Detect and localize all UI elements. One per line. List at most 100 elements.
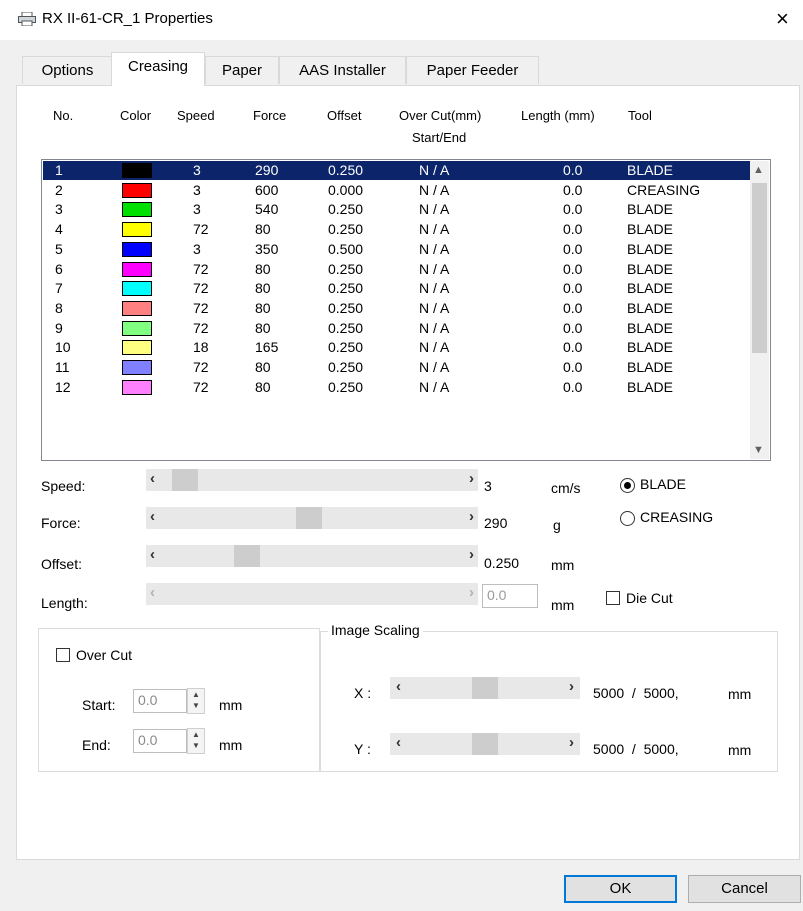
die-cut-checkbox[interactable] (606, 591, 620, 605)
header-no: No. (53, 108, 74, 123)
cell-speed: 3 (193, 201, 201, 218)
tab-paper-feeder[interactable]: Paper Feeder (406, 56, 539, 84)
cell-length: 0.0 (563, 299, 583, 316)
cell-tool: BLADE (627, 221, 673, 238)
close-icon[interactable]: × (776, 6, 789, 32)
over-cut-checkbox[interactable] (56, 648, 70, 662)
chevron-left-icon[interactable]: ‹ (150, 546, 155, 563)
list-row[interactable]: 12 72 80 0.250 N / A 0.0 BLADE (43, 378, 750, 397)
creasing-radio[interactable] (620, 511, 635, 526)
offset-unit: mm (551, 557, 575, 573)
chevron-right-icon[interactable]: › (469, 546, 474, 563)
cell-speed: 72 (193, 319, 209, 336)
pen-list[interactable]: 1 3 290 0.250 N / A 0.0 BLADE 2 3 600 0.000 N / A 0.… (41, 159, 771, 461)
speed-label: Speed: (41, 478, 86, 494)
cell-force: 80 (255, 359, 271, 375)
cell-length: 0.0 (563, 359, 583, 375)
chevron-right-icon[interactable]: › (469, 508, 474, 525)
speed-slider-thumb[interactable] (172, 469, 198, 491)
cell-length: 0.0 (563, 260, 583, 277)
cell-offset: 0.250 (328, 359, 364, 375)
cell-no: 5 (55, 240, 63, 257)
list-row[interactable]: 2 3 600 0.000 N / A 0.0 CREASING (43, 181, 750, 200)
list-row[interactable]: 8 72 80 0.250 N / A 0.0 BLADE (43, 299, 750, 318)
cell-tool: BLADE (627, 240, 673, 257)
offset-slider-thumb[interactable] (234, 545, 260, 567)
list-row[interactable]: 4 72 80 0.250 N / A 0.0 BLADE (43, 220, 750, 239)
tab-options[interactable]: Options (22, 56, 113, 84)
cell-tool: BLADE (627, 319, 673, 336)
cell-no: 4 (55, 221, 63, 238)
scale-x-thumb[interactable] (472, 677, 498, 699)
list-scrollbar[interactable]: ▲ ▼ (750, 161, 769, 459)
color-swatch (122, 281, 152, 297)
chevron-left-icon[interactable]: ‹ (150, 508, 155, 525)
scroll-up-icon[interactable]: ▲ (753, 164, 764, 176)
list-row[interactable]: 3 3 540 0.250 N / A 0.0 BLADE (43, 200, 750, 219)
header-speed: Speed (177, 108, 215, 123)
cell-speed: 18 (193, 339, 209, 356)
cell-offset: 0.250 (328, 319, 364, 336)
window-title: RX II-61-CR_1 Properties (42, 10, 213, 27)
chevron-right-icon[interactable]: › (569, 678, 574, 695)
blade-radio[interactable] (620, 478, 635, 493)
cell-overcut: N / A (419, 240, 450, 257)
cell-force: 80 (255, 378, 271, 395)
header-offset: Offset (327, 108, 362, 123)
chevron-right-icon[interactable]: › (469, 470, 474, 487)
tab-paper[interactable]: Paper (205, 56, 279, 84)
offset-slider[interactable]: ‹ › (146, 545, 478, 567)
cell-speed: 72 (193, 378, 209, 395)
list-row[interactable]: 1 3 290 0.250 N / A 0.0 BLADE (43, 161, 750, 180)
end-spinner[interactable]: ▲ ▼ (187, 728, 205, 754)
scale-y-label: Y : (354, 741, 371, 757)
length-input[interactable]: 0.0 (482, 584, 538, 608)
tab-creasing[interactable]: Creasing (111, 52, 205, 86)
header-force: Force (253, 108, 287, 123)
start-input[interactable]: 0.0 (133, 689, 187, 713)
cell-no: 3 (55, 201, 63, 218)
force-slider-thumb[interactable] (296, 507, 322, 529)
chevron-left-icon[interactable]: ‹ (396, 734, 401, 751)
chevron-left-icon[interactable]: ‹ (150, 470, 155, 487)
over-cut-label: Over Cut (76, 647, 133, 663)
cancel-button[interactable]: Cancel (688, 875, 801, 903)
cell-overcut: N / A (419, 280, 450, 297)
scroll-thumb[interactable] (752, 183, 767, 353)
scale-x-slider[interactable]: ‹ › (390, 677, 580, 699)
scroll-down-icon[interactable]: ▼ (753, 444, 764, 456)
list-row[interactable]: 5 3 350 0.500 N / A 0.0 BLADE (43, 240, 750, 259)
list-row[interactable]: 10 18 165 0.250 N / A 0.0 BLADE (43, 338, 750, 357)
list-row[interactable]: 11 72 80 0.250 N / A 0.0 BLADE (43, 358, 750, 377)
chevron-right-icon[interactable]: › (569, 734, 574, 751)
ok-button[interactable]: OK (564, 875, 677, 903)
tab-aas-installer[interactable]: AAS Installer (279, 56, 406, 84)
length-slider[interactable]: ‹ › (146, 583, 478, 605)
cell-tool: BLADE (627, 260, 673, 277)
die-cut-label: Die Cut (626, 590, 673, 606)
cell-no: 7 (55, 280, 63, 297)
list-row[interactable]: 9 72 80 0.250 N / A 0.0 BLADE (43, 319, 750, 338)
scale-x-unit: mm (728, 686, 752, 702)
list-row[interactable]: 6 72 80 0.250 N / A 0.0 BLADE (43, 260, 750, 279)
force-value: 290 (484, 515, 508, 531)
scale-y-slider[interactable]: ‹ › (390, 733, 580, 755)
color-swatch (122, 320, 152, 336)
start-spinner[interactable]: ▲ ▼ (187, 688, 205, 714)
color-swatch (122, 182, 152, 198)
header-overcut: Over Cut(mm) (399, 108, 482, 123)
color-swatch (122, 261, 152, 277)
color-swatch (122, 379, 152, 395)
scale-y-thumb[interactable] (472, 733, 498, 755)
cell-offset: 0.250 (328, 280, 364, 297)
cell-no: 9 (55, 319, 63, 336)
printer-icon (18, 12, 36, 26)
image-scaling-label: Image Scaling (328, 622, 423, 638)
speed-slider[interactable]: ‹ › (146, 469, 478, 491)
list-row[interactable]: 7 72 80 0.250 N / A 0.0 BLADE (43, 279, 750, 298)
end-input[interactable]: 0.0 (133, 729, 187, 753)
cell-force: 80 (255, 260, 271, 277)
chevron-left-icon[interactable]: ‹ (396, 678, 401, 695)
force-slider[interactable]: ‹ › (146, 507, 478, 529)
title-bar: RX II-61-CR_1 Properties × (0, 0, 803, 40)
